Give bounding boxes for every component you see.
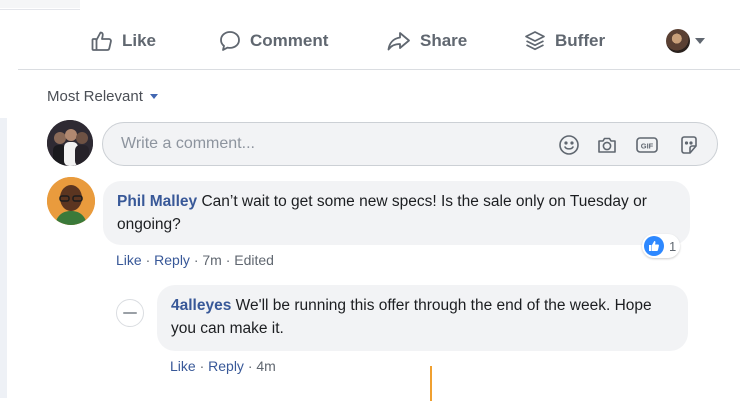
reply-body: We'll be running this offer through the … [171, 297, 652, 337]
buffer-label: Buffer [555, 31, 606, 50]
reply-text: 4alleyes We'll be running this offer thr… [171, 294, 674, 340]
page-avatar[interactable] [116, 299, 144, 327]
post-action-bar: Like Comment Share Buffer [18, 14, 740, 70]
commenter-avatar[interactable] [47, 177, 95, 225]
top-divider [0, 9, 80, 10]
post-as-selector[interactable] [666, 26, 705, 56]
share-icon [387, 32, 410, 51]
share-label: Share [420, 31, 468, 50]
buffer-icon [525, 31, 545, 51]
comment-text: Phil Malley Can’t wait to get some new s… [117, 190, 676, 236]
thumbs-up-icon [91, 31, 112, 51]
reaction-count: 1 [669, 238, 677, 254]
chevron-down-icon [695, 38, 705, 44]
caret-down-icon [149, 94, 158, 99]
gif-icon: GIF [636, 137, 658, 153]
reply-timestamp: · 4m [243, 358, 276, 374]
gif-button[interactable]: GIF [635, 133, 659, 157]
comment-button[interactable]: Comment [218, 26, 328, 56]
reply-reply-link[interactable]: Reply [208, 358, 244, 374]
comment-like-link[interactable]: Like [116, 252, 142, 268]
top-edge [0, 0, 80, 8]
emoji-button[interactable] [557, 133, 581, 157]
comment-label: Comment [250, 31, 329, 50]
comment-meta: Like · Reply · 7m · Edited [116, 252, 274, 268]
like-reaction-icon [644, 236, 664, 256]
comment-input[interactable] [121, 123, 541, 165]
reaction-summary[interactable]: 1 [642, 234, 681, 258]
share-button[interactable]: Share [386, 26, 467, 56]
svg-text:GIF: GIF [641, 142, 654, 151]
profile-avatar [666, 29, 690, 53]
camera-icon [598, 137, 616, 153]
smiley-icon [559, 135, 579, 155]
sticker-button[interactable] [677, 133, 701, 157]
current-user-avatar[interactable] [47, 120, 93, 166]
reply-author-link[interactable]: 4alleyes [171, 297, 231, 314]
comment-body: Can’t wait to get some new specs! Is the… [117, 193, 647, 233]
sticker-icon [681, 136, 697, 154]
left-gutter [0, 118, 7, 398]
comment-reply-link[interactable]: Reply [154, 252, 190, 268]
text-cursor-marker [430, 366, 432, 401]
reply-meta: Like · Reply · 4m [170, 358, 276, 374]
sort-label: Most Relevant [47, 88, 143, 105]
reply-like-link[interactable]: Like [170, 358, 196, 374]
like-label: Like [122, 31, 157, 50]
reply-bubble: 4alleyes We'll be running this offer thr… [157, 285, 688, 351]
group-photo-icon [47, 120, 93, 166]
like-button[interactable]: Like [90, 26, 156, 56]
buffer-button[interactable]: Buffer [523, 26, 605, 56]
comment-author-link[interactable]: Phil Malley [117, 193, 197, 210]
person-photo-icon [47, 177, 95, 225]
comment-timestamp: · 7m · Edited [189, 252, 274, 268]
comment-sort-dropdown[interactable]: Most Relevant [47, 88, 158, 105]
comment-bubble: Phil Malley Can’t wait to get some new s… [103, 181, 690, 245]
attach-photo-button[interactable] [595, 133, 619, 157]
page-logo-icon [123, 312, 137, 314]
comment-composer[interactable]: GIF [102, 122, 718, 166]
comment-icon [220, 31, 240, 51]
